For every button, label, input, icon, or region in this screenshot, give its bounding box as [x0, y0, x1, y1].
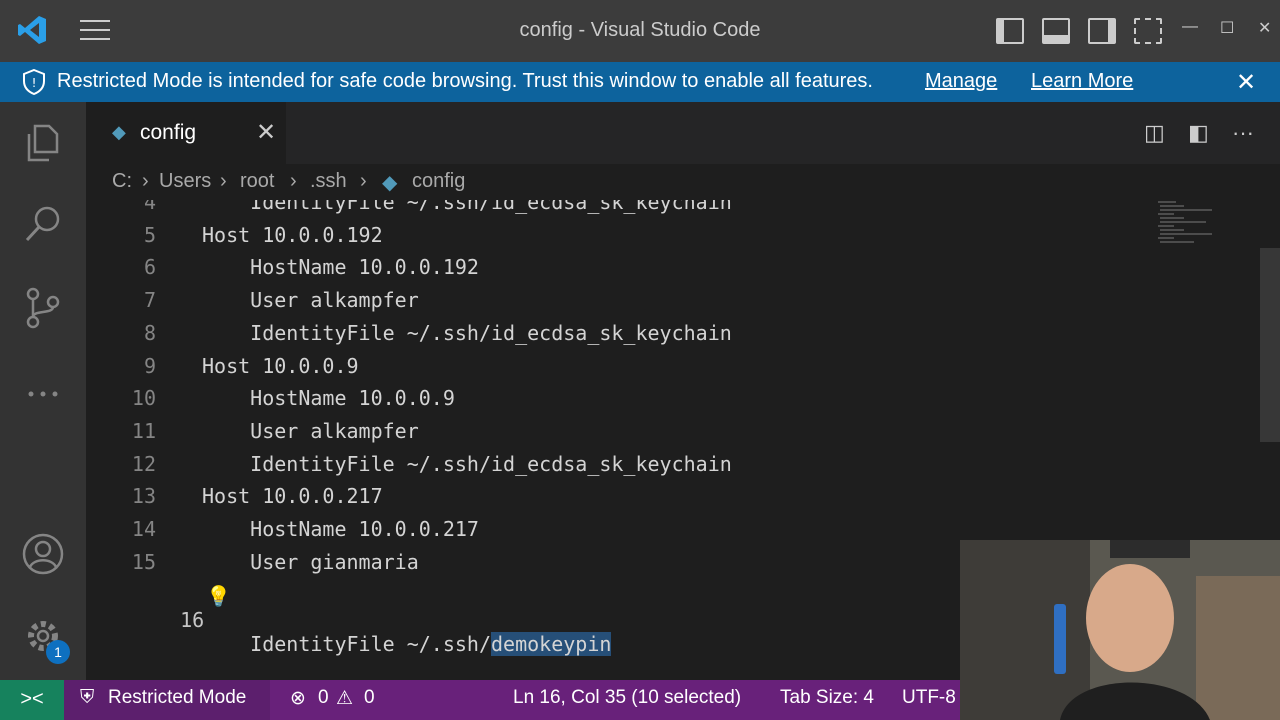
selected-text: demokeypin: [490, 632, 612, 656]
line-number: 15: [131, 549, 156, 574]
breadcrumb-drive[interactable]: C:: [112, 170, 132, 193]
code-text: IdentityFile ~/.ssh/id_ecdsa_sk_keychain: [202, 200, 732, 214]
line-number: 7: [143, 288, 156, 313]
line-number: 10: [131, 386, 156, 411]
more-icon[interactable]: [21, 372, 65, 416]
manage-link[interactable]: Manage: [925, 70, 997, 93]
toggle-panel-icon[interactable]: [1042, 18, 1070, 44]
close-tab-icon[interactable]: ✕: [256, 118, 276, 147]
line-number: 11: [131, 418, 156, 443]
config-file-icon: ◆: [382, 172, 398, 194]
shield-icon: !: [23, 69, 45, 95]
restricted-mode-status[interactable]: ⛨ Restricted Mode: [64, 680, 270, 720]
cursor-position[interactable]: Ln 16, Col 35 (10 selected): [513, 687, 741, 709]
toggle-primary-sidebar-icon[interactable]: [996, 18, 1024, 44]
warning-count[interactable]: 0: [364, 687, 375, 709]
breadcrumb-ssh[interactable]: .ssh: [310, 170, 347, 193]
tab-config[interactable]: ◆ config ✕: [86, 102, 286, 164]
breadcrumb-file[interactable]: config: [412, 170, 465, 193]
restricted-mode-banner: ! Restricted Mode is intended for safe c…: [0, 62, 1280, 102]
code-text: IdentityFile ~/.ssh/id_ecdsa_sk_keychain: [202, 320, 732, 345]
tab-size[interactable]: Tab Size: 4: [780, 687, 874, 709]
webcam-overlay: [960, 540, 1280, 720]
code-line[interactable]: 7 User alkampfer: [86, 288, 1156, 321]
code-line[interactable]: 5 Host 10.0.0.192: [86, 223, 1156, 256]
code-line[interactable]: 8 IdentityFile ~/.ssh/id_ecdsa_sk_keycha…: [86, 321, 1156, 354]
line-number: 5: [143, 222, 156, 247]
title-bar: config - Visual Studio Code — ☐ ✕: [0, 0, 1280, 62]
source-control-icon[interactable]: [21, 286, 65, 330]
code-text: User alkampfer: [202, 288, 419, 313]
breadcrumb-root[interactable]: root: [240, 170, 274, 193]
code-text: User gianmaria: [202, 549, 419, 574]
svg-text:!: !: [32, 76, 37, 90]
code-line[interactable]: 4 IdentityFile ~/.ssh/id_ecdsa_sk_keycha…: [86, 200, 1156, 223]
vertical-scrollbar[interactable]: [1260, 248, 1280, 442]
open-preview-icon[interactable]: ◫: [1144, 120, 1165, 146]
explorer-icon[interactable]: [21, 120, 65, 164]
more-actions-icon[interactable]: ···: [1232, 120, 1254, 146]
shield-icon: ⛨: [80, 687, 95, 708]
line-number: 4: [143, 200, 156, 214]
code-text: HostName 10.0.0.9: [202, 386, 455, 411]
warning-icon[interactable]: ⚠: [336, 687, 353, 710]
line-number: 13: [131, 484, 156, 509]
line-number: 12: [131, 451, 156, 476]
restricted-mode-label: Restricted Mode: [108, 687, 247, 708]
minimize-icon[interactable]: —: [1182, 18, 1198, 36]
banner-message: Restricted Mode is intended for safe cod…: [57, 70, 873, 92]
line-number: 8: [143, 320, 156, 345]
chevron-right-icon: ›: [142, 170, 149, 192]
config-file-icon: ◆: [112, 122, 126, 142]
code-text: IdentityFile ~/.ssh/id_ecdsa_sk_keychain: [202, 451, 732, 476]
code-text: User alkampfer: [202, 418, 419, 443]
split-editor-icon[interactable]: ◧: [1188, 120, 1209, 146]
code-line[interactable]: 6 HostName 10.0.0.192: [86, 255, 1156, 288]
customize-layout-icon[interactable]: [1134, 18, 1162, 44]
breadcrumb-users[interactable]: Users: [159, 170, 211, 193]
code-line[interactable]: 11 User alkampfer: [86, 419, 1156, 452]
chevron-right-icon: ›: [290, 170, 297, 192]
tab-label: config: [140, 121, 197, 144]
code-text: Host 10.0.0.192: [202, 222, 383, 247]
search-icon[interactable]: [21, 202, 65, 246]
line-number: 9: [143, 353, 156, 378]
lightbulb-icon[interactable]: 💡: [206, 584, 231, 609]
encoding[interactable]: UTF-8: [902, 687, 956, 709]
chevron-right-icon: ›: [360, 170, 367, 192]
line-number: 14: [131, 517, 156, 541]
close-window-icon[interactable]: ✕: [1258, 18, 1271, 38]
activity-bar: 1: [0, 102, 86, 680]
code-text: Host 10.0.0.9: [202, 353, 359, 378]
accounts-icon[interactable]: [21, 532, 65, 576]
code-line[interactable]: 13 Host 10.0.0.217: [86, 484, 1156, 517]
tab-bar: ◆ config ✕ ◫ ◧ ···: [86, 102, 1280, 164]
code-text: HostName 10.0.0.192: [202, 255, 479, 280]
toggle-secondary-sidebar-icon[interactable]: [1088, 18, 1116, 44]
code-line[interactable]: 9 Host 10.0.0.9: [86, 354, 1156, 387]
chevron-right-icon: ›: [220, 170, 227, 192]
breadcrumb: C: › Users › root › .ssh › ◆ config: [86, 164, 1280, 200]
code-text: HostName 10.0.0.217: [202, 517, 479, 541]
code-text: Host 10.0.0.217: [202, 484, 383, 509]
settings-update-badge: 1: [46, 640, 70, 664]
line-number: 16: [180, 608, 205, 632]
code-line[interactable]: 10 HostName 10.0.0.9: [86, 386, 1156, 419]
code-text: IdentityFile ~/.ssh/: [202, 632, 491, 656]
code-line[interactable]: 12 IdentityFile ~/.ssh/id_ecdsa_sk_keych…: [86, 452, 1156, 485]
close-banner-icon[interactable]: ✕: [1236, 68, 1256, 97]
learn-more-link[interactable]: Learn More: [1031, 70, 1133, 93]
minimap[interactable]: [1154, 200, 1214, 245]
line-number: 6: [143, 255, 156, 280]
remote-indicator-icon[interactable]: ><: [0, 680, 64, 720]
maximize-icon[interactable]: ☐: [1220, 18, 1234, 38]
error-count[interactable]: 0: [318, 687, 329, 709]
error-icon[interactable]: ⊗: [290, 687, 306, 710]
